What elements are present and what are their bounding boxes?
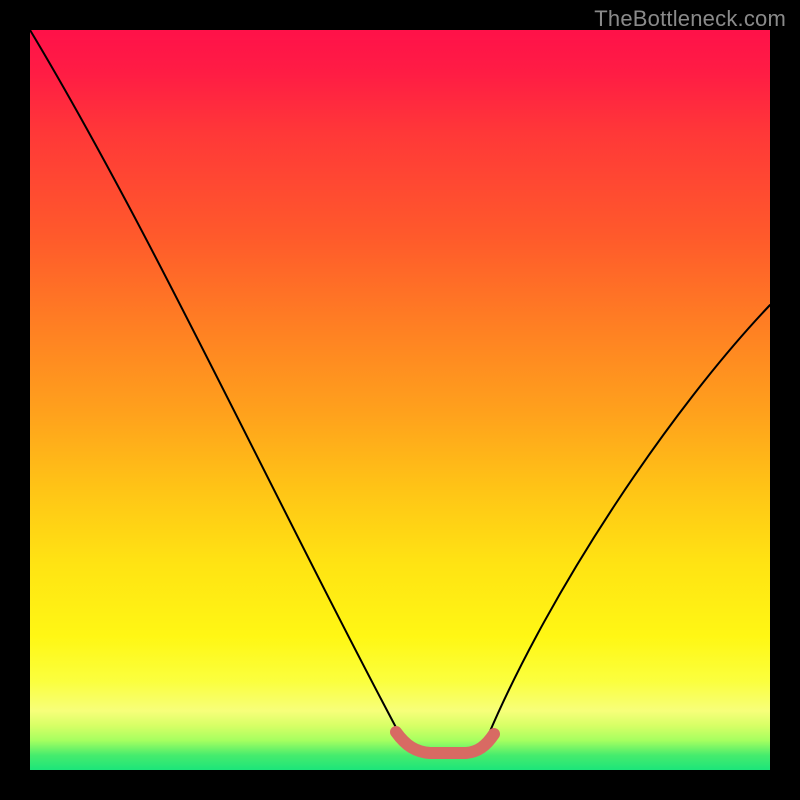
- curve-layer: [30, 30, 770, 770]
- highlight-dot-right: [489, 729, 499, 739]
- highlight-band: [396, 732, 494, 753]
- watermark-text: TheBottleneck.com: [594, 6, 786, 32]
- highlight-dot-left: [391, 727, 401, 737]
- bottleneck-curve: [30, 30, 770, 751]
- plot-area: [30, 30, 770, 770]
- figure: TheBottleneck.com: [0, 0, 800, 800]
